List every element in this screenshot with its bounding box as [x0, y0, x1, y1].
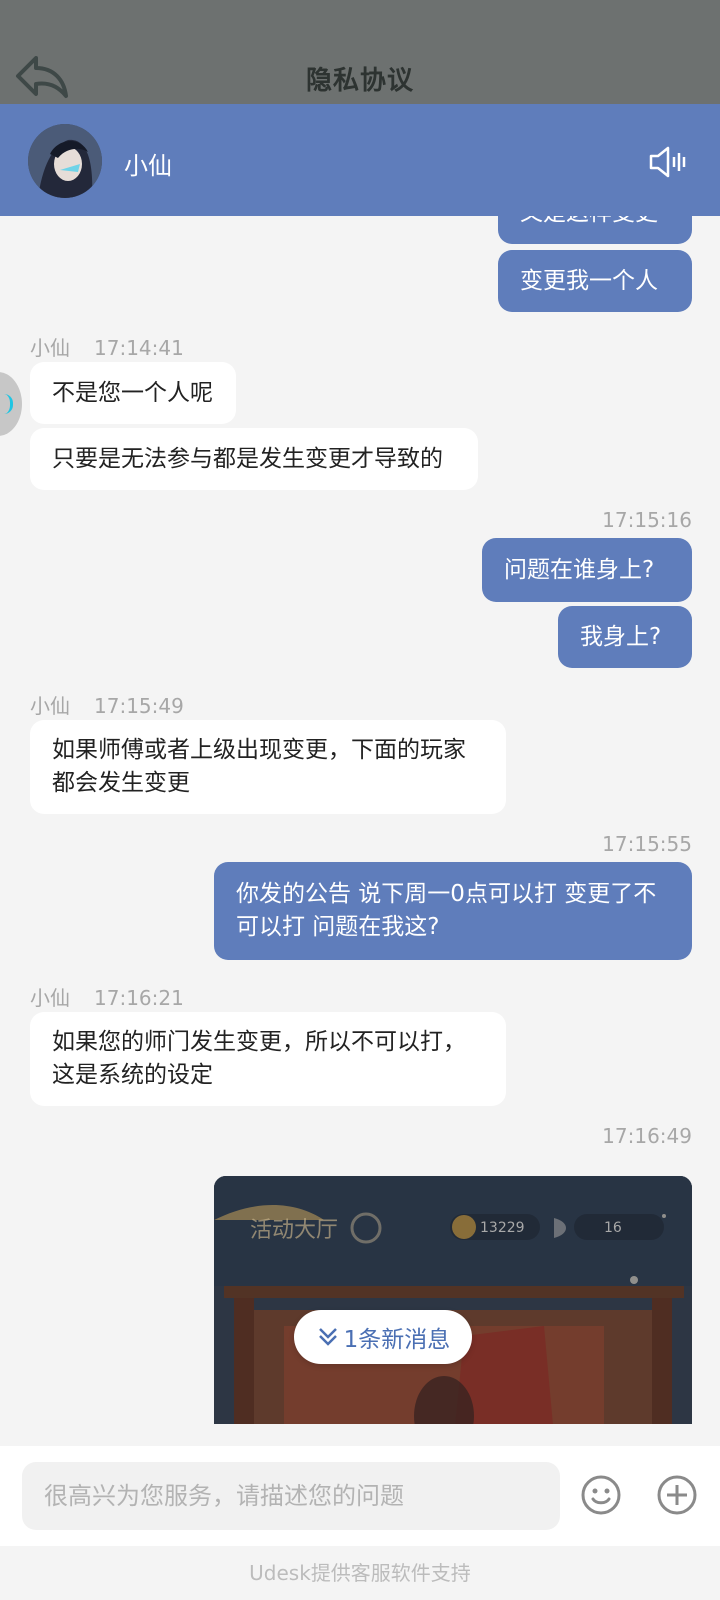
footer-credit: Udesk提供客服软件支持 — [0, 1546, 720, 1600]
sender-name: 小仙 — [30, 694, 70, 718]
user-message: 问题在谁身上? — [482, 538, 692, 602]
new-message-button[interactable]: 1条新消息 — [294, 1310, 472, 1364]
agent-message-meta: 小仙 17:14:41 — [30, 332, 184, 361]
sender-name: 小仙 — [30, 336, 70, 360]
top-app-bar: 隐私协议 — [0, 0, 720, 104]
floating-side-tab[interactable] — [0, 372, 22, 436]
input-bar — [0, 1446, 720, 1546]
new-message-label: 1条新消息 — [343, 1327, 451, 1353]
agent-message: 只要是无法参与都是发生变更才导致的 — [30, 428, 478, 490]
timestamp: 17:15:16 — [602, 508, 692, 532]
screenshot-tickets: 16 — [604, 1220, 622, 1236]
screenshot-label: 活动大厅 — [250, 1218, 339, 1243]
timestamp: 17:15:49 — [94, 694, 184, 718]
screenshot-coins: 13229 — [480, 1220, 525, 1236]
page-title: 隐私协议 — [305, 66, 414, 96]
user-message: 我身上? — [558, 606, 692, 668]
sender-name: 小仙 — [30, 986, 70, 1010]
agent-message-meta: 小仙 17:15:49 — [30, 690, 184, 719]
chat-messages[interactable]: 又是这样变更 变更我一个人 小仙 17:14:41 不是您一个人呢 只要是无法参与… — [0, 216, 720, 1424]
image-message[interactable]: 活动大厅 13229 16 — [214, 1176, 692, 1424]
double-chevron-down-icon — [318, 1328, 337, 1346]
agent-message-meta: 小仙 17:16:21 — [30, 982, 184, 1011]
agent-avatar[interactable] — [28, 124, 102, 198]
speaker-icon[interactable] — [648, 144, 688, 180]
plus-circle-icon[interactable] — [656, 1474, 698, 1516]
timestamp: 17:16:49 — [602, 1124, 692, 1148]
timestamp: 17:14:41 — [94, 336, 184, 360]
emoji-icon[interactable] — [580, 1474, 622, 1516]
chat-header: 小仙 — [0, 104, 720, 216]
timestamp: 17:16:21 — [94, 986, 184, 1010]
agent-message: 如果您的师门发生变更，所以不可以打，这是系统的设定 — [30, 1012, 506, 1106]
timestamp: 17:15:55 — [602, 832, 692, 856]
user-message: 变更我一个人 — [498, 250, 692, 312]
agent-name: 小仙 — [124, 152, 172, 180]
user-message: 你发的公告 说下周一0点可以打 变更了不可以打 问题在我这? — [214, 862, 692, 960]
user-message: 又是这样变更 — [498, 216, 692, 244]
agent-message: 如果师傅或者上级出现变更，下面的玩家都会发生变更 — [30, 720, 506, 814]
agent-message: 不是您一个人呢 — [30, 362, 236, 424]
message-input[interactable] — [22, 1462, 560, 1530]
